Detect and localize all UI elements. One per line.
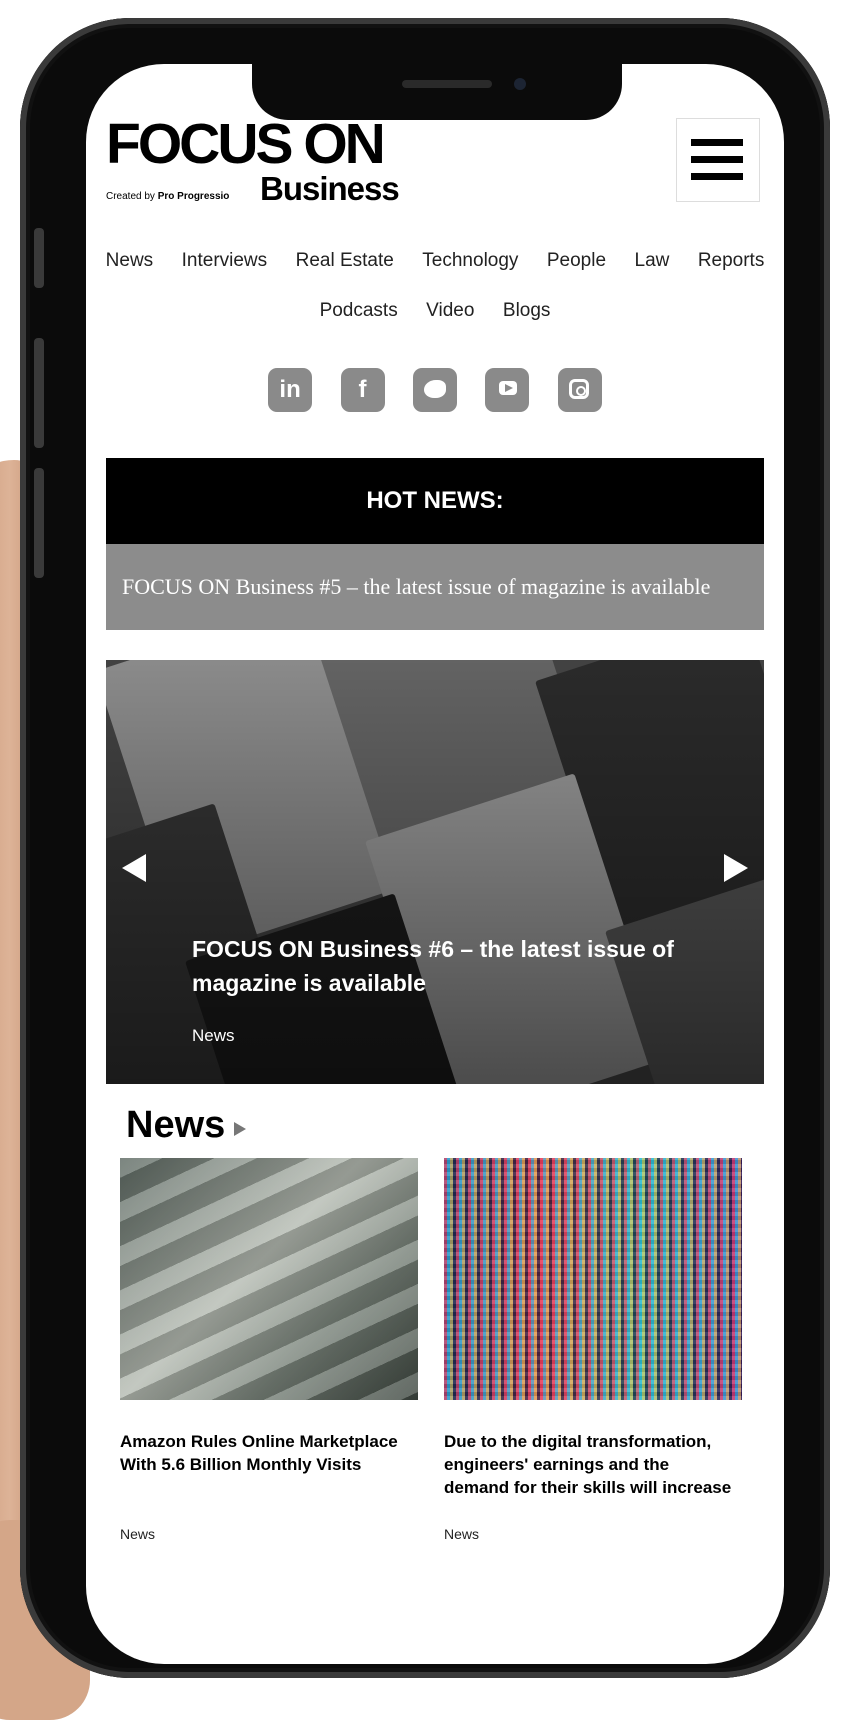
nav-interviews[interactable]: Interviews xyxy=(182,250,268,272)
hamburger-menu-button[interactable] xyxy=(676,118,760,202)
volume-down-button xyxy=(34,468,44,578)
twitter-icon[interactable] xyxy=(413,368,457,412)
main-nav-row-1: News Interviews Real Estate Technology P… xyxy=(86,250,784,272)
main-nav-row-2: Podcasts Video Blogs xyxy=(86,300,784,322)
created-by-name: Pro Progressio xyxy=(157,191,230,202)
youtube-icon[interactable] xyxy=(485,368,530,412)
slide-title[interactable]: FOCUS ON Business #6 – the latest issue … xyxy=(192,932,692,1000)
front-camera xyxy=(514,78,526,90)
speaker-grille xyxy=(402,80,492,88)
news-card-category[interactable]: News xyxy=(120,1526,155,1542)
hot-news-ticker[interactable]: FOCUS ON Business #5 – the latest issue … xyxy=(106,544,764,630)
nav-technology[interactable]: Technology xyxy=(422,250,518,272)
news-card-title[interactable]: Amazon Rules Online Marketplace With 5.6… xyxy=(120,1430,410,1476)
menu-bar-icon xyxy=(691,139,743,146)
featured-slider[interactable]: FOCUS ON Business #6 – the latest issue … xyxy=(106,660,764,1084)
nav-news[interactable]: News xyxy=(106,250,154,272)
slider-overlay xyxy=(106,660,764,1084)
volume-up-button xyxy=(34,338,44,448)
logo-created-by: Created by Pro Progressio xyxy=(106,191,229,202)
logo-focus-on[interactable]: FOCUS ON xyxy=(106,116,386,173)
linkedin-icon[interactable]: in xyxy=(268,368,313,412)
nav-reports[interactable]: Reports xyxy=(698,250,765,272)
slider-next-arrow-icon[interactable] xyxy=(724,854,748,882)
nav-video[interactable]: Video xyxy=(426,300,474,322)
news-more-arrow-icon[interactable] xyxy=(234,1122,246,1136)
nav-real-estate[interactable]: Real Estate xyxy=(296,250,394,272)
news-card-title[interactable]: Due to the digital transformation, engin… xyxy=(444,1430,734,1499)
phone-screen: FOCUS ON Created by Pro Progressio Busin… xyxy=(86,64,784,1664)
slider-prev-arrow-icon[interactable] xyxy=(122,854,146,882)
menu-bar-icon xyxy=(691,173,743,180)
instagram-icon[interactable] xyxy=(557,368,602,412)
phone-notch xyxy=(252,62,622,120)
facebook-icon[interactable]: f xyxy=(340,368,385,412)
phone-frame: FOCUS ON Created by Pro Progressio Busin… xyxy=(20,18,830,1678)
news-card-image-data[interactable] xyxy=(444,1158,742,1400)
menu-bar-icon xyxy=(691,156,743,163)
nav-blogs[interactable]: Blogs xyxy=(503,300,551,322)
hot-news-label: HOT NEWS: xyxy=(106,458,764,544)
slide-category[interactable]: News xyxy=(192,1026,235,1046)
social-links: in f xyxy=(86,368,784,412)
mute-switch xyxy=(34,228,44,288)
nav-law[interactable]: Law xyxy=(635,250,670,272)
nav-podcasts[interactable]: Podcasts xyxy=(320,300,398,322)
logo-business[interactable]: Business xyxy=(260,172,400,205)
created-by-prefix: Created by xyxy=(106,191,155,202)
news-card-category[interactable]: News xyxy=(444,1526,479,1542)
nav-people[interactable]: People xyxy=(547,250,606,272)
news-card-image-money[interactable] xyxy=(120,1158,418,1400)
news-section-heading[interactable]: News xyxy=(126,1104,225,1147)
